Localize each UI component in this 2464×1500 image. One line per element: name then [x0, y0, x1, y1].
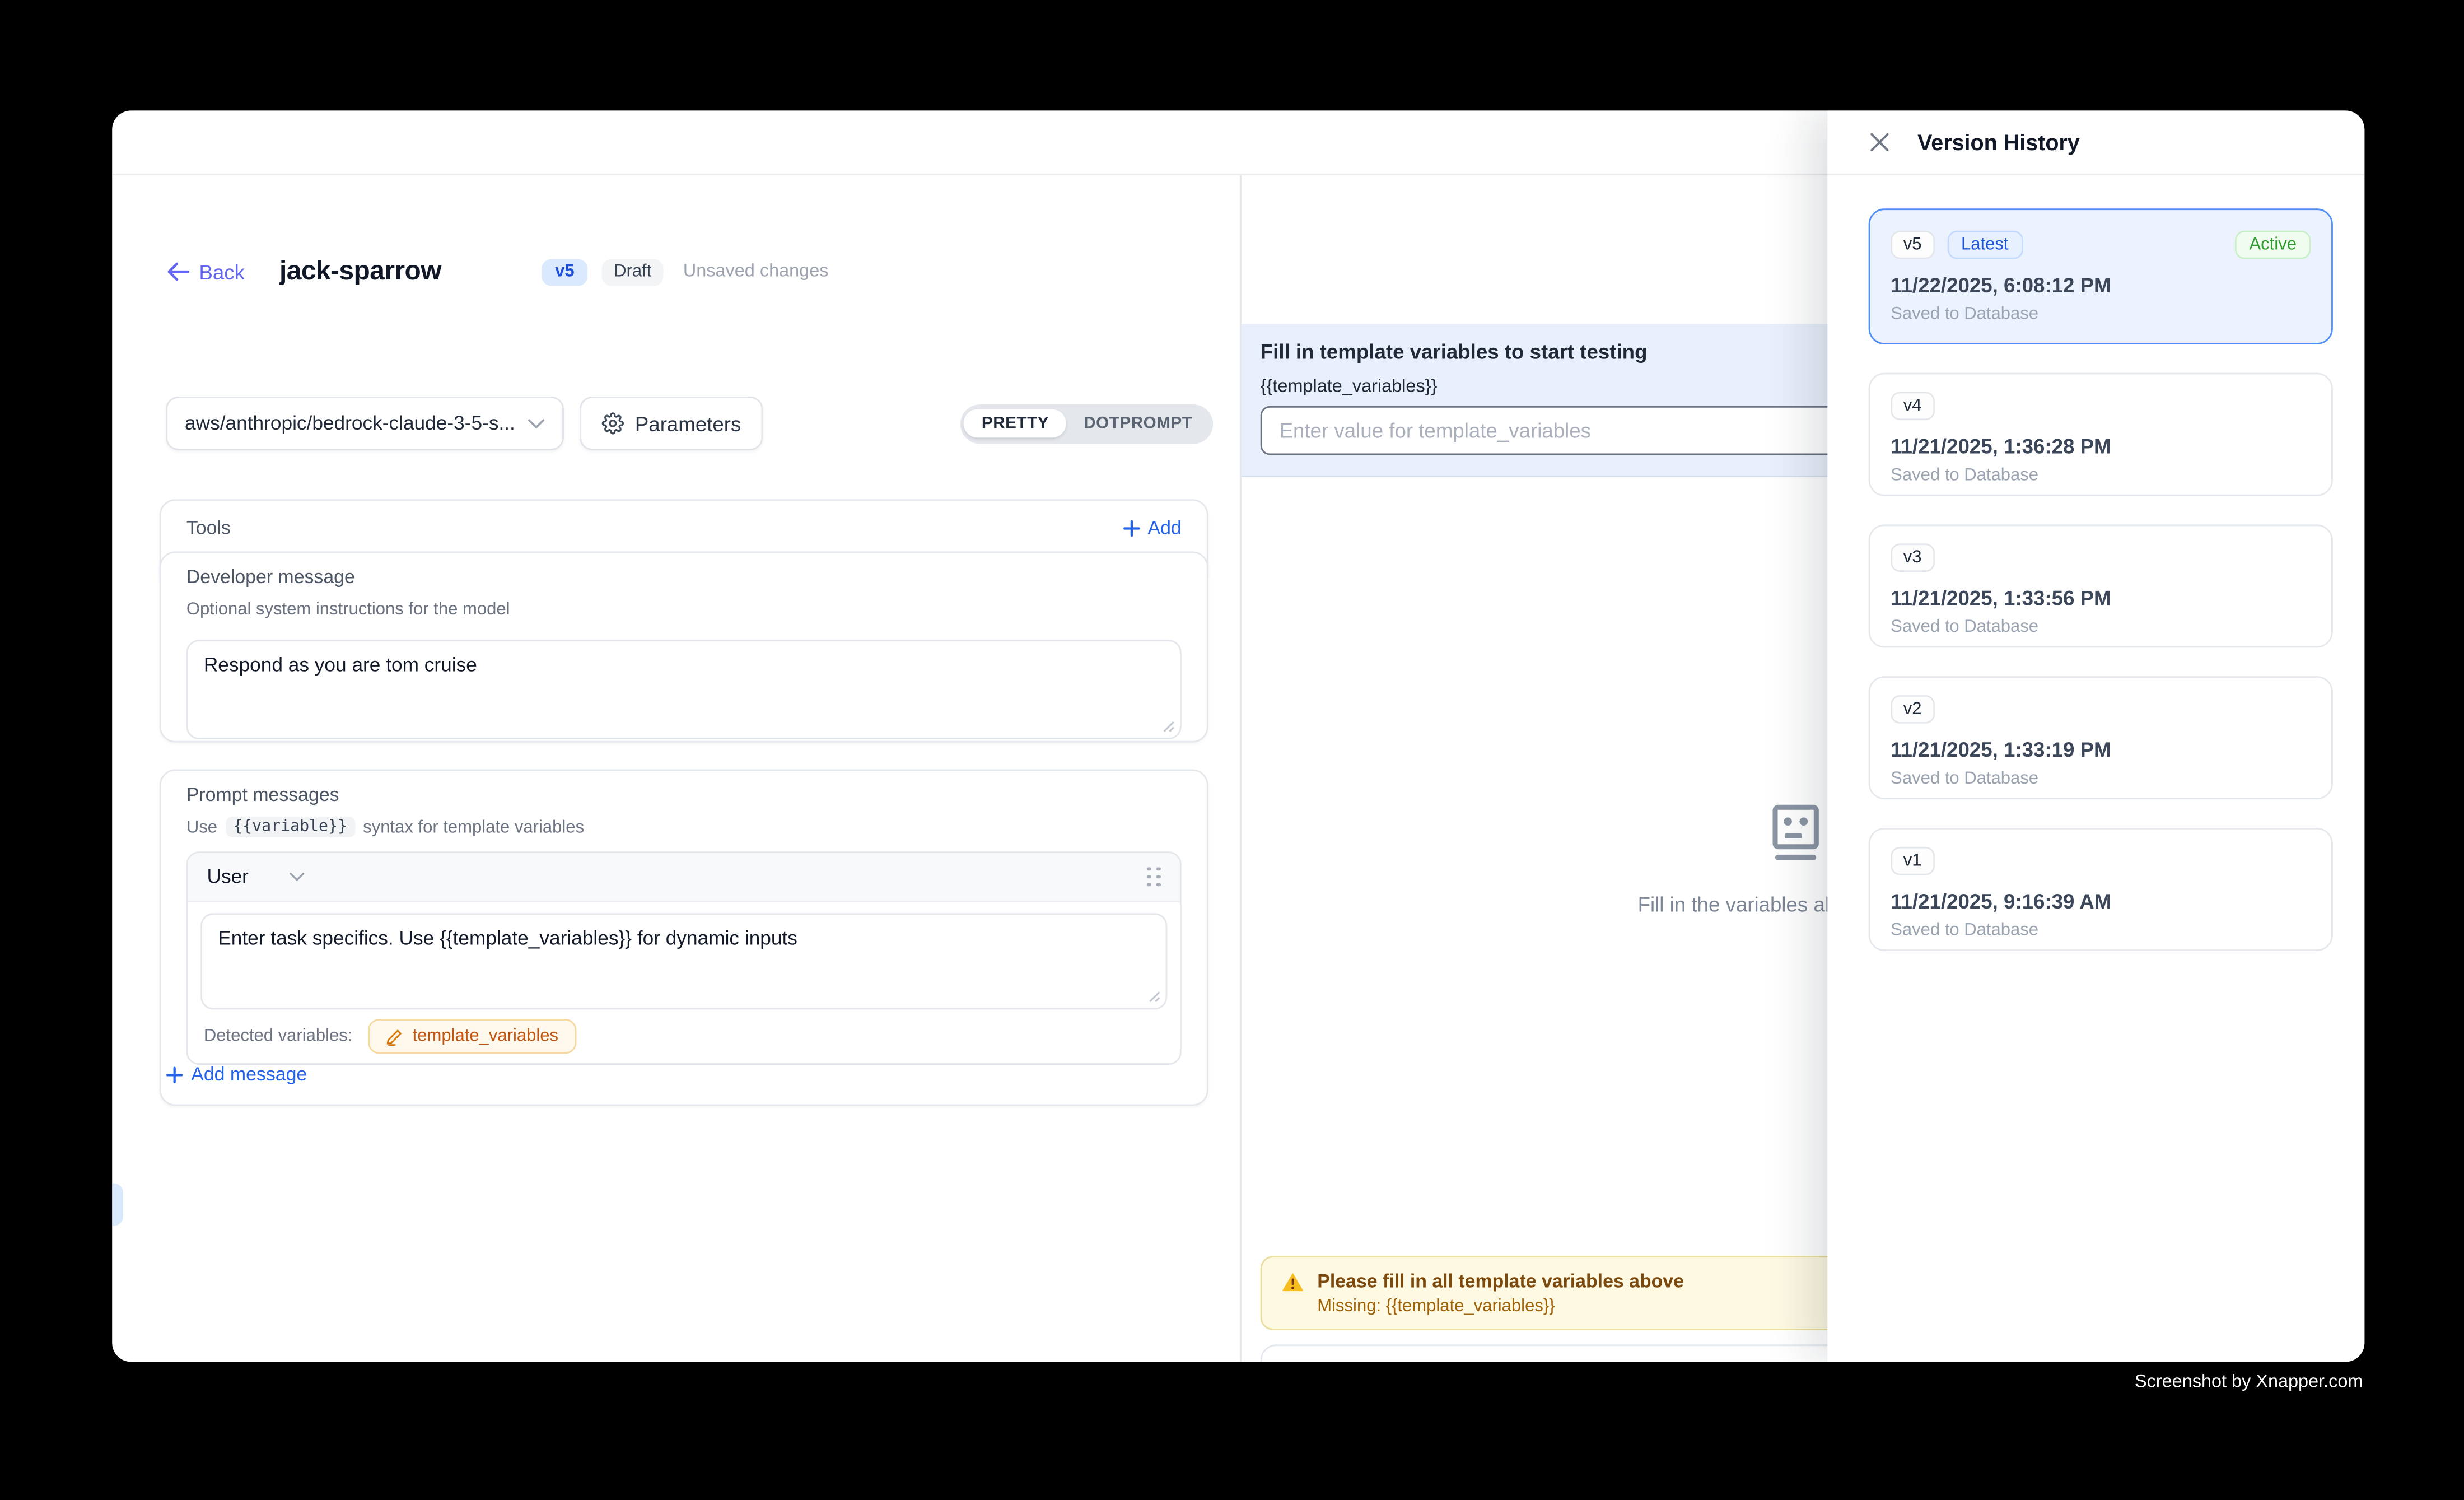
version-badges-row: v1: [1891, 847, 2311, 875]
warning-title: Please fill in all template variables ab…: [1317, 1270, 1684, 1292]
drag-handle-icon[interactable]: [1147, 867, 1161, 887]
version-note: Saved to Database: [1891, 618, 2311, 637]
chevron-down-icon: [290, 872, 305, 882]
version-number-chip: v4: [1891, 392, 1934, 420]
version-timestamp: 11/21/2025, 1:33:19 PM: [1891, 738, 2311, 761]
hint-prefix: Use: [186, 818, 217, 837]
back-button[interactable]: Back: [166, 260, 245, 283]
variable-code-chip: {{variable}}: [225, 817, 355, 837]
version-number-chip: v3: [1891, 543, 1934, 572]
version-timestamp: 11/21/2025, 9:16:39 AM: [1891, 889, 2311, 913]
breadcrumb-row: Back jack-sparrow v5 Draft Unsaved chang…: [166, 251, 1211, 292]
add-message-button[interactable]: Add message: [166, 1063, 307, 1085]
chevron-down-icon: [528, 418, 545, 429]
toggle-pretty[interactable]: PRETTY: [964, 409, 1066, 438]
version-history-title: Version History: [1917, 129, 2080, 155]
tools-header: Tools Add: [186, 516, 1182, 538]
page-title: jack-sparrow: [279, 256, 441, 287]
format-toggle: PRETTY DOTPROMPT: [961, 404, 1213, 444]
gear-icon: [602, 412, 624, 434]
back-label: Back: [199, 260, 245, 283]
role-select-value: User: [207, 866, 248, 888]
active-badge: Active: [2235, 231, 2311, 259]
message-block: User Enter task specifics. Use {{templat…: [186, 851, 1182, 1065]
version-card[interactable]: v1 11/21/2025, 9:16:39 AM Saved to Datab…: [1869, 828, 2333, 951]
arrow-left-icon: [166, 262, 189, 281]
developer-message-card: Developer message Optional system instru…: [160, 551, 1208, 742]
developer-message-subtitle: Optional system instructions for the mod…: [186, 600, 1182, 619]
message-header: User: [188, 853, 1180, 902]
template-variable-chip[interactable]: template_variables: [368, 1019, 576, 1054]
plus-icon: [1122, 519, 1140, 537]
version-badges-row: v2: [1891, 695, 2311, 724]
template-warning: Please fill in all template variables ab…: [1261, 1256, 1864, 1330]
version-note: Saved to Database: [1891, 305, 2311, 324]
template-variables-heading: Fill in template variables to start test…: [1261, 339, 1648, 363]
template-variable-label: {{template_variables}}: [1261, 378, 1438, 397]
detected-variables-label: Detected variables:: [204, 1027, 353, 1046]
version-card[interactable]: v4 11/21/2025, 1:36:28 PM Saved to Datab…: [1869, 373, 2333, 496]
version-number-chip: v2: [1891, 695, 1934, 724]
panel-divider: [1240, 175, 1242, 1362]
badge-group: v5 Draft: [543, 258, 664, 285]
version-timestamp: 11/21/2025, 1:36:28 PM: [1891, 435, 2311, 458]
prompt-editor-panel: Back jack-sparrow v5 Draft Unsaved chang…: [112, 175, 1240, 1362]
model-select-value: aws/anthropic/bedrock-claude-3-5-s...: [185, 412, 515, 434]
version-history-panel: Version History v5 Latest Active 11/22/2…: [1827, 110, 2364, 1362]
role-select[interactable]: User: [207, 866, 305, 888]
pencil-icon: [386, 1028, 403, 1045]
version-number-chip: v1: [1891, 847, 1934, 875]
warning-missing-text: Missing: {{template_variables}}: [1317, 1297, 1843, 1316]
version-history-header: Version History: [1827, 110, 2364, 175]
robot-icon: [1764, 803, 1827, 866]
add-tool-button[interactable]: Add: [1122, 516, 1181, 538]
version-note: Saved to Database: [1891, 770, 2311, 789]
hint-suffix: syntax for template variables: [363, 818, 584, 837]
draft-badge: Draft: [601, 258, 664, 285]
screenshot-stage: Back jack-sparrow v5 Draft Unsaved chang…: [0, 0, 2464, 1500]
version-number-chip: v5: [1891, 231, 1934, 259]
collapsed-drawer-handle[interactable]: [112, 1184, 123, 1226]
warning-icon: [1281, 1271, 1304, 1292]
app-window: Back jack-sparrow v5 Draft Unsaved chang…: [112, 110, 2364, 1362]
developer-message-input[interactable]: Respond as you are tom cruise: [186, 640, 1182, 739]
model-select[interactable]: aws/anthropic/bedrock-claude-3-5-s...: [166, 397, 564, 450]
version-card[interactable]: v2 11/21/2025, 1:33:19 PM Saved to Datab…: [1869, 676, 2333, 799]
parameters-label: Parameters: [635, 412, 741, 435]
version-badges-row: v5 Latest Active: [1891, 231, 2311, 259]
parameters-button[interactable]: Parameters: [580, 397, 763, 450]
version-timestamp: 11/21/2025, 1:33:56 PM: [1891, 586, 2311, 609]
latest-badge: Latest: [1947, 231, 2023, 259]
prompt-messages-card: Prompt messages Use {{variable}} syntax …: [160, 770, 1208, 1106]
version-badges-row: v4: [1891, 392, 2311, 420]
version-badge: v5: [543, 258, 587, 285]
detected-variables-row: Detected variables: template_variables: [200, 1019, 1167, 1054]
unsaved-changes-text: Unsaved changes: [683, 262, 829, 281]
version-note: Saved to Database: [1891, 466, 2311, 485]
close-icon[interactable]: [1869, 131, 1891, 153]
message-body: Enter task specifics. Use {{template_var…: [188, 902, 1180, 1064]
template-variable-name: template_variables: [413, 1027, 558, 1046]
version-badges-row: v3: [1891, 543, 2311, 572]
version-card[interactable]: v3 11/21/2025, 1:33:56 PM Saved to Datab…: [1869, 524, 2333, 647]
add-tool-label: Add: [1147, 516, 1181, 538]
developer-message-title: Developer message: [186, 566, 1182, 588]
tools-title: Tools: [186, 516, 231, 538]
watermark-text: Screenshot by Xnapper.com: [2135, 1373, 2363, 1392]
model-toolbar: aws/anthropic/bedrock-claude-3-5-s... Pa…: [166, 395, 1213, 452]
chat-input-card[interactable]: [1261, 1344, 1864, 1362]
plus-icon: [166, 1065, 183, 1083]
version-timestamp: 11/22/2025, 6:08:12 PM: [1891, 273, 2311, 297]
version-list: v5 Latest Active 11/22/2025, 6:08:12 PM …: [1827, 175, 2364, 951]
add-message-label: Add message: [191, 1063, 307, 1085]
version-card[interactable]: v5 Latest Active 11/22/2025, 6:08:12 PM …: [1869, 208, 2333, 344]
prompt-messages-title: Prompt messages: [186, 784, 1182, 805]
toggle-dotprompt[interactable]: DOTPROMPT: [1066, 409, 1210, 438]
variable-syntax-hint: Use {{variable}} syntax for template var…: [186, 817, 1182, 837]
user-message-input[interactable]: Enter task specifics. Use {{template_var…: [200, 913, 1167, 1009]
template-variable-input[interactable]: [1261, 406, 1864, 455]
version-note: Saved to Database: [1891, 921, 2311, 940]
